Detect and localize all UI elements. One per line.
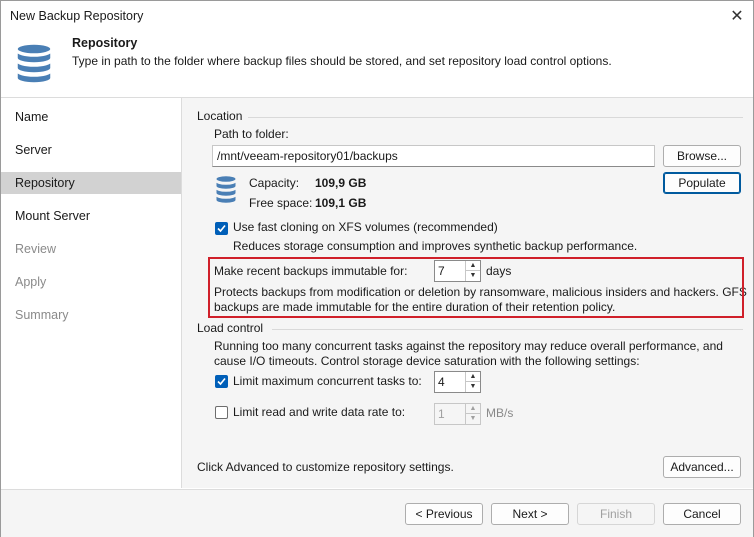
spin-down-icon[interactable]: ▼ — [466, 382, 480, 392]
window-title: New Backup Repository — [10, 9, 144, 23]
capacity-value: 109,9 GB — [315, 176, 367, 190]
previous-button[interactable]: < Previous — [405, 503, 483, 525]
step-server[interactable]: Server — [1, 139, 181, 161]
limit-rate-label[interactable]: Limit read and write data rate to: — [233, 405, 405, 419]
immutability-highlight — [208, 257, 744, 318]
limit-tasks-checkbox[interactable] — [215, 375, 228, 388]
limit-tasks-stepper[interactable]: 4 ▲ ▼ — [434, 371, 481, 393]
step-mount-server[interactable]: Mount Server — [1, 205, 181, 227]
step-apply: Apply — [15, 275, 47, 289]
title-bar: New Backup Repository ✕ — [1, 1, 753, 33]
limit-tasks-label[interactable]: Limit maximum concurrent tasks to: — [233, 374, 422, 388]
limit-rate-checkbox[interactable] — [215, 406, 228, 419]
checkmark-icon — [217, 377, 226, 386]
database-icon — [16, 43, 52, 84]
spin-up-icon[interactable]: ▲ — [466, 372, 480, 382]
wizard-footer: < Previous Next > Finish Cancel — [1, 489, 753, 537]
step-name[interactable]: Name — [1, 106, 181, 128]
checkmark-icon — [217, 224, 226, 233]
load-control-separator — [272, 329, 743, 330]
header-description: Type in path to the folder where backup … — [72, 54, 612, 68]
advanced-hint: Click Advanced to customize repository s… — [197, 460, 454, 474]
fast-clone-checkbox[interactable] — [215, 222, 228, 235]
step-repository[interactable]: Repository — [1, 172, 181, 194]
path-label: Path to folder: — [214, 127, 289, 141]
next-button[interactable]: Next > — [491, 503, 569, 525]
cancel-button[interactable]: Cancel — [663, 503, 741, 525]
limit-rate-value: 1 — [438, 407, 445, 421]
step-review: Review — [15, 242, 56, 256]
close-icon[interactable]: ✕ — [723, 5, 751, 29]
wizard-steps: Name Server Repository Mount Server Revi… — [1, 98, 182, 488]
finish-button: Finish — [577, 503, 655, 525]
fast-clone-description: Reduces storage consumption and improves… — [233, 239, 638, 253]
capacity-label: Capacity: — [249, 176, 300, 190]
spin-arrows: ▲ ▼ — [465, 404, 480, 424]
spin-down-icon: ▼ — [469, 415, 477, 422]
limit-rate-stepper: 1 ▲ ▼ — [434, 403, 481, 425]
fast-clone-label[interactable]: Use fast cloning on XFS volumes (recomme… — [233, 220, 498, 234]
step-summary: Summary — [15, 308, 69, 322]
spin-up-icon: ▲ — [466, 404, 480, 414]
load-control-description-line2: cause I/O timeouts. Control storage devi… — [214, 354, 640, 368]
wizard-header: Repository Type in path to the folder wh… — [1, 33, 753, 98]
location-group-label: Location — [197, 109, 243, 123]
limit-tasks-value[interactable]: 4 — [438, 375, 445, 389]
storage-icon — [215, 175, 237, 204]
advanced-button[interactable]: Advanced... — [663, 456, 741, 478]
spin-arrows: ▲ ▼ — [465, 372, 480, 392]
path-input[interactable]: /mnt/veeam-repository01/backups — [212, 145, 655, 167]
load-control-group-label: Load control — [197, 321, 264, 335]
load-control-description-line1: Running too many concurrent tasks agains… — [214, 339, 723, 353]
free-space-value: 109,1 GB — [315, 196, 367, 210]
header-title: Repository — [72, 36, 138, 50]
populate-button[interactable]: Populate — [663, 172, 741, 194]
limit-rate-unit: MB/s — [486, 406, 514, 420]
location-separator — [248, 117, 743, 118]
dialog-window: New Backup Repository ✕ Repository Type … — [0, 0, 754, 537]
browse-button[interactable]: Browse... — [663, 145, 741, 167]
free-space-label: Free space: — [249, 196, 313, 210]
